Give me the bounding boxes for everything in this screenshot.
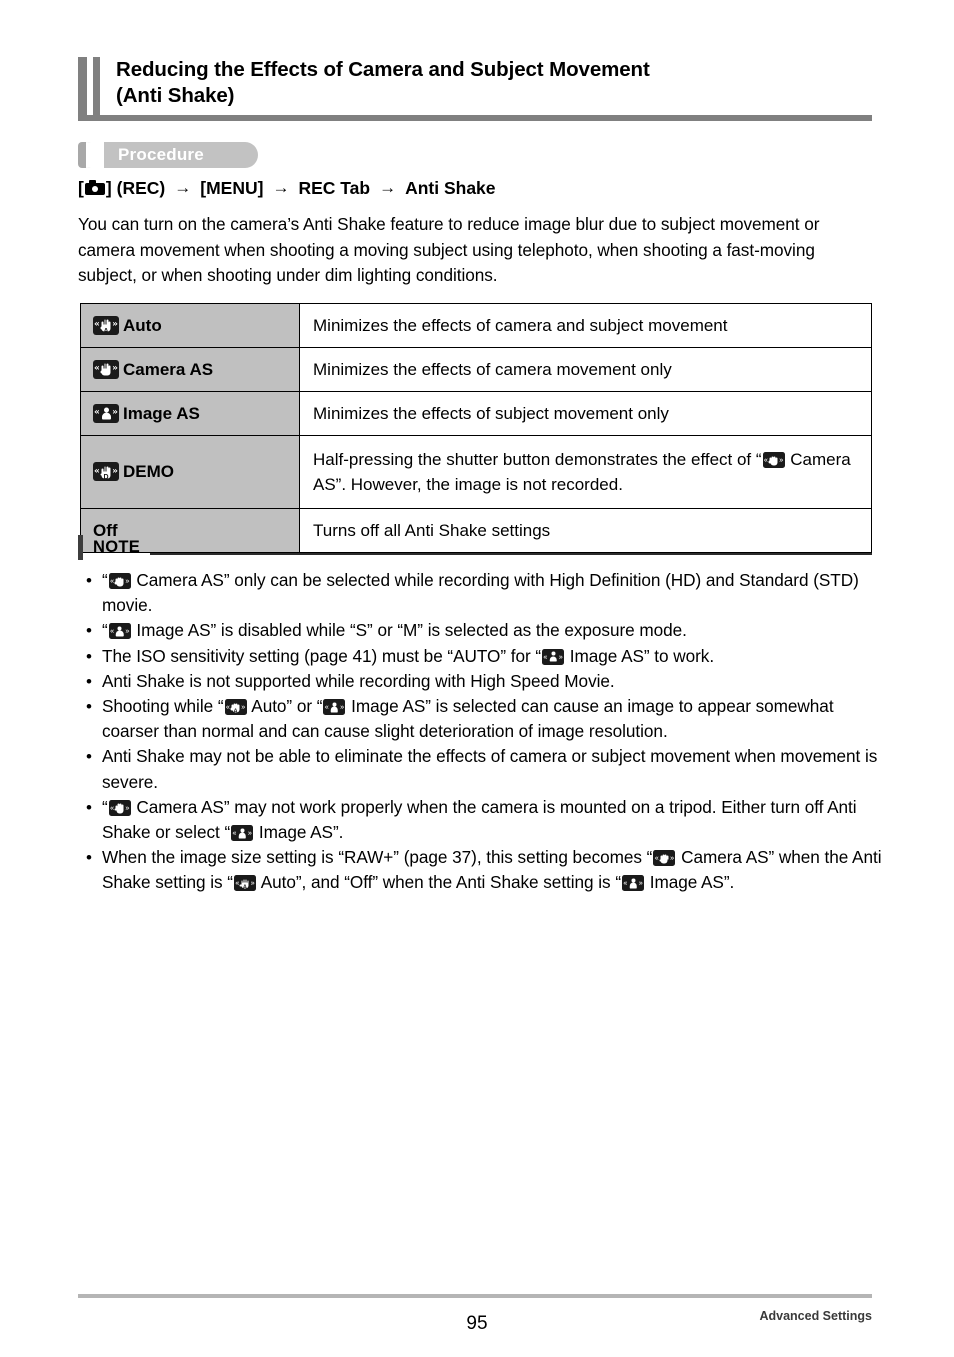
anti-shake-camera-as-icon: «» (93, 359, 119, 379)
note-text: Anti Shake may not be able to eliminate … (102, 746, 878, 792)
menu-label: [MENU] (200, 178, 264, 198)
note-item: • “«» Camera AS” may not work properly wh… (86, 795, 886, 845)
arrow-icon-1: → (174, 177, 192, 197)
intro-paragraph: You can turn on the camera’s Anti Shake … (78, 214, 820, 285)
title-accent-bar-thin (93, 57, 100, 115)
page-title: Reducing the Effects of Camera and Subje… (100, 57, 872, 115)
anti-shake-image-as-icon: «» (323, 699, 346, 716)
procedure-badge-tab (78, 142, 86, 168)
page-title-line-1: Reducing the Effects of Camera and Subje… (116, 58, 650, 81)
row-label-image-as: «» Image AS (80, 391, 300, 436)
note-text: When the image size setting is “RAW+” (p… (102, 847, 882, 893)
title-underline-rule (78, 115, 872, 121)
title-accent-bar-thick (78, 57, 87, 115)
anti-shake-image-as-icon: «» (231, 825, 254, 842)
rec-label: (REC) (116, 178, 166, 198)
anti-shake-auto-icon: «» A (93, 315, 119, 335)
note-bullet-icon: • (86, 797, 92, 817)
row-description: Minimizes the effects of camera and subj… (299, 303, 872, 348)
note-item: • Anti Shake may not be able to eliminate… (86, 744, 886, 794)
page-title-line-2: (Anti Shake) (116, 84, 235, 107)
note-bullet-icon: • (86, 697, 92, 717)
row-label-camera-as: «» Camera AS (80, 347, 300, 392)
note-item: • Shooting while “«» A Auto” or “«» Image … (86, 694, 886, 744)
note-text: “«» Camera AS” may not work properly whe… (102, 796, 857, 843)
note-bullet-icon: • (86, 646, 92, 666)
note-text: “«» Camera AS” only can be selected whil… (102, 570, 859, 616)
footer-chapter-label: Advanced Settings (759, 1309, 872, 1323)
table-row: «» Camera AS Minimizes the effects of ca… (80, 347, 872, 392)
anti-shake-label: Anti Shake (405, 178, 496, 198)
anti-shake-camera-as-icon: «» (653, 850, 676, 867)
row-label-text: DEMO (123, 462, 174, 481)
procedure-badge-label: Procedure (118, 145, 204, 164)
arrow-icon-3: → (379, 177, 397, 197)
demo-desc-part1: Half-pressing the shutter button demonst… (313, 450, 762, 469)
note-item: • Anti Shake is not supported while recor… (86, 669, 886, 694)
note-text: The ISO sensitivity setting (page 41) mu… (102, 645, 715, 666)
note-heading: NOTE (78, 535, 872, 560)
table-row: «» D DEMO Half-pressing the shutter butt… (80, 435, 872, 509)
anti-shake-demo-icon: «» D (93, 462, 119, 481)
anti-shake-image-as-icon: «» (542, 648, 565, 665)
row-label-demo: «» D DEMO (80, 435, 300, 509)
anti-shake-settings-table: «» A Auto Minimizes the effects of camer… (80, 303, 872, 553)
anti-shake-camera-as-icon: «» (108, 799, 131, 816)
bracket-close: ] (105, 178, 112, 198)
note-bullet-icon: • (86, 848, 92, 868)
rec-tab-label: REC Tab (298, 178, 371, 198)
note-text: Shooting while “«» A Auto” or “«» Image A… (102, 696, 834, 742)
note-item: • “«» Camera AS” only can be selected whi… (86, 568, 886, 618)
row-description: Half-pressing the shutter button demonst… (299, 435, 872, 509)
note-item: • The ISO sensitivity setting (page 41) m… (86, 644, 886, 669)
footer-rule (78, 1294, 872, 1298)
anti-shake-camera-as-icon: «» (108, 573, 131, 589)
note-text: “«» Image AS” is disabled while “S” or “… (102, 620, 687, 641)
anti-shake-image-as-icon: «» (108, 623, 131, 640)
row-label-text: Auto (123, 315, 162, 335)
camera-icon (84, 180, 105, 195)
note-bullet-icon: • (86, 621, 92, 641)
document-page: Reducing the Effects of Camera and Subje… (0, 0, 954, 1357)
note-bullet-icon: • (86, 671, 92, 691)
procedure-badge: Procedure (78, 142, 258, 168)
table-row: «» Image AS Minimizes the effects of sub… (80, 391, 872, 436)
note-bullet-icon: • (86, 571, 92, 590)
anti-shake-image-as-icon: «» (93, 403, 119, 423)
row-label-text: Image AS (123, 403, 200, 423)
note-bullet-icon: • (86, 747, 92, 767)
note-label: NOTE (93, 538, 141, 556)
note-list: • “«» Camera AS” only can be selected whi… (86, 568, 886, 896)
note-rule (150, 553, 872, 555)
anti-shake-camera-as-icon: «» (762, 452, 785, 468)
note-text: Anti Shake is not supported while record… (102, 670, 615, 691)
row-label-text: Camera AS (123, 359, 214, 379)
row-label-auto: «» A Auto (80, 303, 300, 348)
anti-shake-auto-icon: «» A (224, 699, 247, 716)
anti-shake-auto-icon: «» A (233, 875, 256, 892)
arrow-icon-2: → (272, 177, 290, 197)
page-title-block: Reducing the Effects of Camera and Subje… (78, 57, 872, 115)
row-description: Minimizes the effects of camera movement… (299, 347, 872, 392)
bracket-open: [ (78, 178, 84, 198)
note-accent-bar (78, 535, 83, 560)
table-row: «» A Auto Minimizes the effects of camer… (80, 303, 872, 348)
table-body: «» A Auto Minimizes the effects of camer… (80, 303, 872, 553)
anti-shake-image-as-icon: «» (622, 875, 644, 892)
note-item: • “«» Image AS” is disabled while “S” or … (86, 618, 886, 643)
row-description: Minimizes the effects of subject movemen… (299, 391, 872, 436)
procedure-path: [ ] (REC) → [MENU] → REC Tab → Anti Shak… (78, 178, 496, 199)
note-item: • When the image size setting is “RAW+” (… (86, 845, 886, 895)
